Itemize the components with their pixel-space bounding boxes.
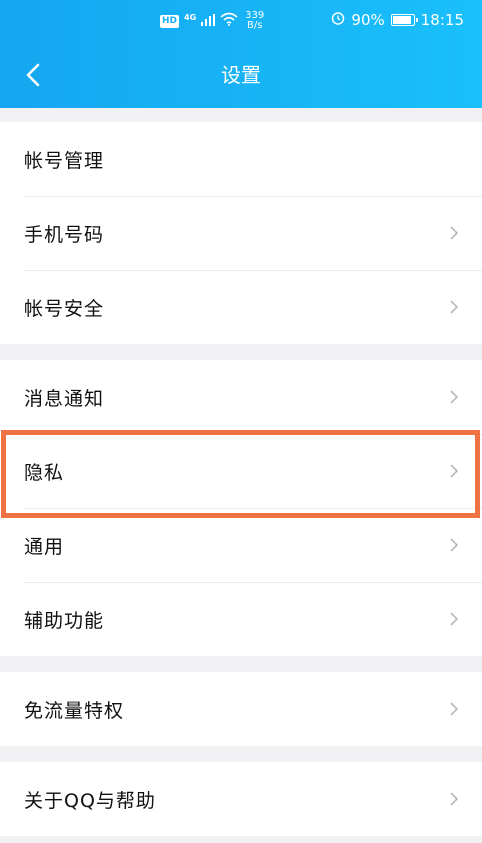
wifi-icon (220, 12, 238, 30)
settings-list: 帐号管理 手机号码 帐号安全 消息通知 隐私 通用 辅助功能 免流量特权 关于Q… (0, 108, 482, 836)
settings-item-phone-number[interactable]: 手机号码 (0, 196, 482, 270)
item-label: 通用 (24, 535, 65, 558)
hd-badge: HD (160, 14, 180, 28)
chevron-right-icon (450, 702, 459, 716)
item-label: 帐号安全 (24, 297, 105, 320)
chevron-right-icon (450, 612, 459, 626)
chevron-right-icon (450, 226, 459, 240)
header: HD 4G 339 B/s 90% 18:15 设置 (0, 0, 482, 108)
battery-icon (390, 14, 418, 26)
page-title: 设置 (221, 63, 261, 87)
item-label: 手机号码 (24, 223, 105, 246)
clock: 18:15 (420, 11, 464, 29)
settings-item-general[interactable]: 通用 (0, 508, 482, 582)
item-label: 帐号管理 (24, 149, 105, 172)
signal-icon (201, 12, 216, 30)
status-right: 90% 18:15 (331, 9, 464, 31)
item-label: 隐私 (24, 461, 65, 484)
alarm-icon (331, 11, 345, 29)
settings-item-notifications[interactable]: 消息通知 (0, 360, 482, 434)
item-label: 免流量特权 (24, 699, 125, 722)
battery-level (392, 16, 411, 24)
settings-item-free-data[interactable]: 免流量特权 (0, 672, 482, 746)
settings-item-account-management[interactable]: 帐号管理 (0, 122, 482, 196)
section-gap (0, 656, 482, 672)
chevron-right-icon (450, 792, 459, 806)
chevron-right-icon (450, 464, 459, 478)
status-bar: HD 4G 339 B/s 90% 18:15 (0, 0, 482, 40)
settings-item-accessibility[interactable]: 辅助功能 (0, 582, 482, 656)
network-speed: 339 B/s (245, 11, 264, 31)
settings-group-data: 免流量特权 (0, 672, 482, 746)
speed-unit: B/s (246, 20, 263, 31)
section-gap (0, 108, 482, 122)
item-label: 关于QQ与帮助 (24, 789, 156, 812)
section-gap (0, 344, 482, 360)
section-gap (0, 746, 482, 762)
battery-percent: 90% (351, 11, 385, 29)
item-label: 消息通知 (24, 387, 105, 410)
settings-item-about-help[interactable]: 关于QQ与帮助 (0, 762, 482, 836)
settings-group-account: 帐号管理 手机号码 帐号安全 (0, 122, 482, 344)
chevron-right-icon (450, 538, 459, 552)
status-left: HD 4G 339 B/s (160, 10, 264, 32)
chevron-right-icon (450, 300, 459, 314)
network-type: 4G (184, 12, 197, 22)
chevron-right-icon (450, 390, 459, 404)
settings-item-privacy[interactable]: 隐私 (0, 434, 482, 508)
settings-item-account-security[interactable]: 帐号安全 (0, 270, 482, 344)
settings-group-about: 关于QQ与帮助 (0, 762, 482, 836)
item-label: 辅助功能 (24, 609, 105, 632)
settings-group-general: 消息通知 隐私 通用 辅助功能 (0, 360, 482, 656)
